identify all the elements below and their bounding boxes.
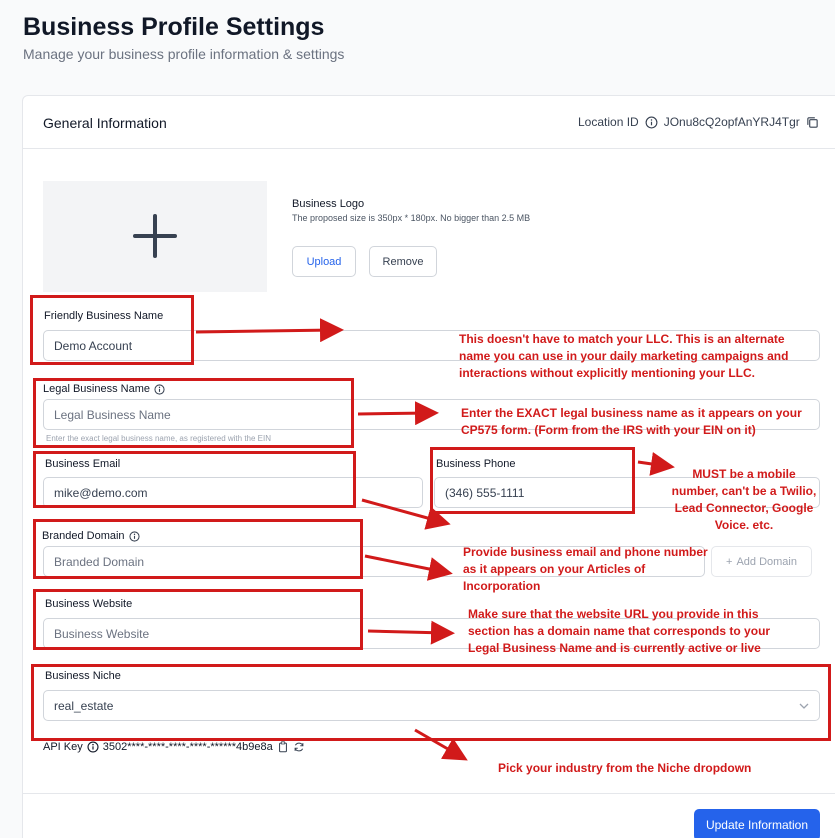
arrow-friendly [195,318,344,343]
annotation-note-website: Make sure that the website URL you provi… [468,607,771,655]
arrow-domain [364,554,453,581]
annotation-note-niche: Pick your industry from the Niche dropdo… [498,761,752,775]
arrow-niche [414,728,468,761]
arrow-website [367,620,455,645]
annotation-note-phone: MUST be a mobile number, can't be a Twil… [671,467,817,532]
arrow-legal [357,401,439,426]
annotation-note-friendly: This doesn't have to match your LLC. Thi… [459,332,789,380]
arrow-email [361,498,451,530]
annotation-note-email-phone: Provide business email and phone number … [463,545,708,593]
annotation-note-legal: Enter the EXACT legal business name as i… [461,406,802,437]
arrow-phone [637,451,675,476]
